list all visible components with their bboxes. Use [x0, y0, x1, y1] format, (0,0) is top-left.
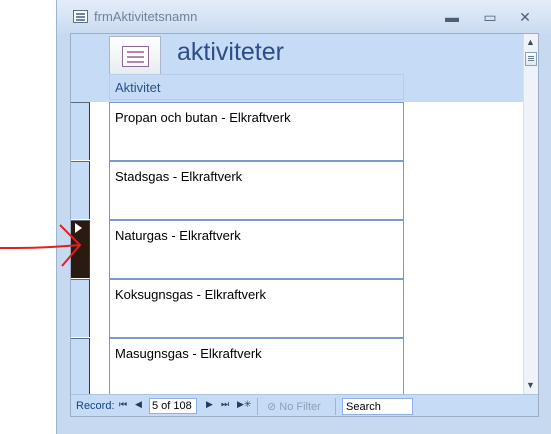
last-record-button[interactable]: ⏭ [221, 399, 229, 410]
record-selector[interactable] [71, 279, 90, 337]
column-header-aktivitet: Aktivitet [109, 74, 404, 100]
scroll-thumb[interactable] [525, 52, 537, 66]
form-header: aktiviteter Aktivitet [71, 34, 523, 102]
form-window: frmAktivitetsnamn ▬ ▭ ✕ aktiviteter Akti… [56, 0, 551, 434]
record-selector[interactable] [71, 338, 90, 396]
separator [257, 398, 258, 415]
aktivitet-field[interactable]: Propan och butan - Elkraftverk [109, 102, 404, 161]
separator [335, 398, 336, 415]
no-filter-label: No Filter [279, 401, 321, 413]
record-row: Masugnsgas - Elkraftverk [71, 338, 523, 397]
filter-icon: ⊘ [267, 401, 277, 413]
record-label: Record: [76, 400, 115, 412]
window-title: frmAktivitetsnamn [94, 9, 198, 24]
previous-record-button[interactable]: ◀ [135, 399, 142, 410]
form-client-area: aktiviteter Aktivitet Propan och butan -… [70, 33, 539, 417]
aktivitet-field[interactable]: Masugnsgas - Elkraftverk [109, 338, 404, 397]
form-title: aktiviteter [177, 38, 284, 66]
vertical-scrollbar[interactable]: ▲ ▼ [523, 34, 538, 394]
record-selector-current[interactable] [71, 220, 90, 278]
scroll-up-icon[interactable]: ▲ [526, 37, 535, 47]
aktivitet-field[interactable]: Stadsgas - Elkraftverk [109, 161, 404, 220]
next-record-button[interactable]: ▶ [206, 399, 213, 410]
title-bar[interactable]: frmAktivitetsnamn ▬ ▭ ✕ [57, 0, 551, 34]
form-logo [109, 36, 161, 76]
record-row-current: Naturgas - Elkraftverk [71, 220, 523, 279]
search-input[interactable]: Search [342, 398, 413, 415]
aktivitet-field[interactable]: Koksugnsgas - Elkraftverk [109, 279, 404, 338]
restore-button[interactable]: ▭ [477, 7, 503, 27]
no-filter-button[interactable]: ⊘ No Filter [267, 400, 321, 413]
form-glyph-icon [122, 46, 149, 67]
record-position-field[interactable]: 5 of 108 [149, 398, 197, 414]
scroll-down-icon[interactable]: ▼ [526, 380, 535, 390]
minimize-button[interactable]: ▬ [439, 7, 465, 27]
close-button[interactable]: ✕ [512, 7, 538, 27]
new-record-button[interactable]: ▶✳ [237, 399, 251, 410]
first-record-button[interactable]: ⏮ [119, 399, 127, 410]
form-icon [73, 10, 88, 23]
record-row: Stadsgas - Elkraftverk [71, 161, 523, 220]
aktivitet-field[interactable]: Naturgas - Elkraftverk [109, 220, 404, 279]
record-selector[interactable] [71, 102, 90, 160]
record-row: Propan och butan - Elkraftverk [71, 102, 523, 161]
current-record-arrow-icon [75, 223, 82, 233]
record-row: Koksugnsgas - Elkraftverk [71, 279, 523, 338]
record-navigation-bar: Record: ⏮ ◀ 5 of 108 ▶ ⏭ ▶✳ ⊘ No Filter … [71, 394, 538, 416]
record-selector[interactable] [71, 161, 90, 219]
record-list: Propan och butan - Elkraftverk Stadsgas … [71, 102, 523, 397]
